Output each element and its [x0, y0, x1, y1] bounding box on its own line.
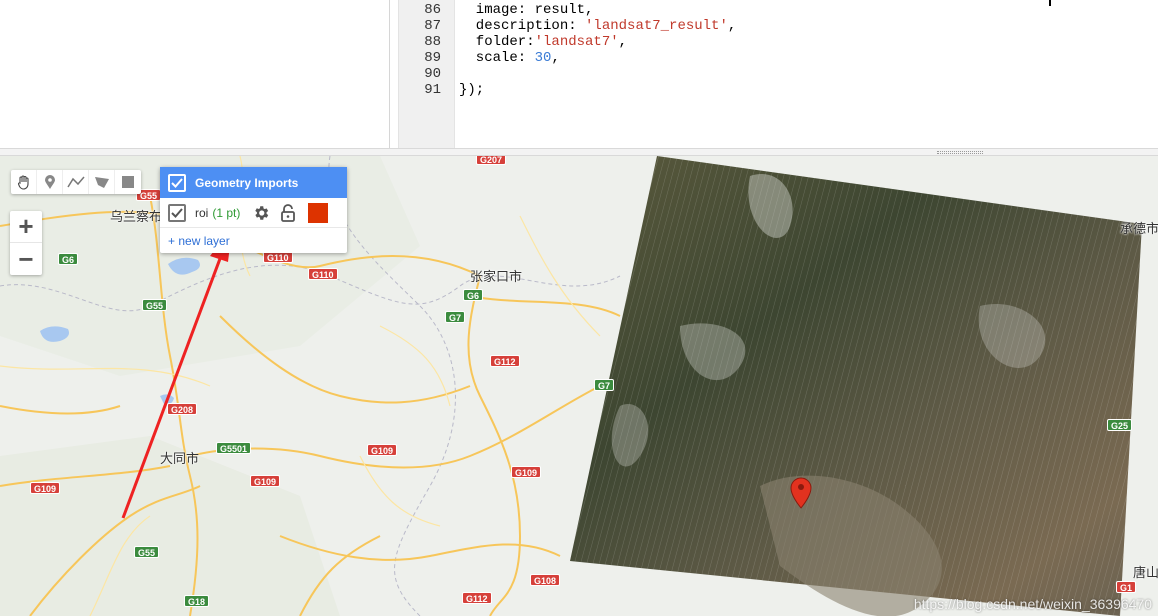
- highway-shield: G7: [594, 379, 615, 391]
- code-line[interactable]: 88 folder:'landsat7',: [399, 34, 1158, 50]
- map-view[interactable]: 乌兰察布 张家口市 大同市 承德市 唐山 G55 G207 G6 G110 G1…: [0, 156, 1158, 616]
- line-number: 88: [424, 34, 441, 50]
- code-token: scale:: [459, 50, 535, 66]
- highway-shield: G25: [1107, 419, 1133, 431]
- code-line[interactable]: 91});: [399, 82, 1158, 98]
- highway-shield: G1: [1116, 581, 1137, 593]
- line-number: 91: [424, 82, 441, 98]
- highway-shield: G112: [490, 355, 520, 367]
- new-layer-link[interactable]: + new layer: [168, 234, 347, 248]
- polygon-tool-button[interactable]: [89, 170, 115, 194]
- polygon-icon: [94, 177, 109, 188]
- lock-open-icon[interactable]: [280, 203, 296, 222]
- zoom-out-button[interactable]: −: [10, 243, 42, 275]
- line-tool-button[interactable]: [63, 170, 89, 194]
- line-number: 86: [424, 2, 441, 18]
- highway-shield: G109: [511, 466, 542, 478]
- highway-shield: G18: [184, 595, 210, 607]
- code-token: });: [459, 82, 485, 98]
- code-editor[interactable]: 86 image: result, 87 description: 'landsa…: [398, 0, 1158, 150]
- code-line[interactable]: 89 scale: 30,: [399, 50, 1158, 66]
- line-number: 89: [424, 50, 441, 66]
- highway-shield: G6: [463, 289, 484, 301]
- code-token: ,: [727, 18, 737, 34]
- left-panel: [0, 0, 390, 150]
- geometry-imports-header[interactable]: Geometry Imports: [160, 167, 347, 198]
- splitter-grip-icon[interactable]: [937, 151, 983, 154]
- landsat-image-layer: [570, 156, 1142, 616]
- code-token: image: result,: [459, 2, 594, 18]
- highway-shield: G207: [476, 156, 507, 165]
- layer-visibility-checkbox[interactable]: [168, 203, 186, 222]
- code-text[interactable]: folder:'landsat7',: [459, 34, 627, 50]
- hand-tool-button[interactable]: [11, 170, 37, 194]
- panel-splitter[interactable]: [0, 148, 1158, 156]
- layer-color-swatch[interactable]: [308, 202, 329, 223]
- layer-row-roi[interactable]: roi (1 pt): [160, 198, 347, 228]
- place-label: 承德市: [1120, 221, 1158, 236]
- code-token: description:: [459, 18, 586, 34]
- highway-shield: G5501: [216, 442, 252, 454]
- place-label: 张家口市: [470, 269, 523, 284]
- code-text[interactable]: image: result,: [459, 2, 594, 18]
- highway-shield: G108: [530, 574, 561, 586]
- highway-shield: G109: [250, 475, 281, 487]
- highway-shield: G208: [167, 403, 198, 415]
- highway-shield: G109: [30, 482, 61, 494]
- geometry-imports-panel: Geometry Imports roi (1 pt) + new layer: [160, 167, 347, 253]
- layer-name[interactable]: roi: [195, 206, 208, 220]
- code-token: 'landsat7_result': [585, 18, 728, 34]
- code-text[interactable]: scale: 30,: [459, 50, 560, 66]
- gear-icon[interactable]: [252, 204, 270, 222]
- place-label: 乌兰察布: [110, 209, 163, 224]
- place-label: 大同市: [160, 451, 200, 466]
- highway-shield: G112: [462, 592, 492, 604]
- geometry-imports-title: Geometry Imports: [195, 175, 299, 190]
- code-token: 30: [534, 50, 552, 66]
- line-number: 90: [424, 66, 441, 82]
- line-icon: [66, 176, 85, 188]
- highway-shield: G109: [367, 444, 398, 456]
- place-label: 唐山: [1133, 565, 1158, 580]
- highway-shield: G110: [308, 268, 338, 280]
- highway-shield: G55: [134, 546, 160, 558]
- point-marker-icon: [44, 175, 55, 189]
- zoom-in-button[interactable]: +: [10, 211, 42, 243]
- watermark: https://blog.csdn.net/weixin_36396470: [913, 596, 1152, 612]
- code-line[interactable]: 86 image: result,: [399, 2, 1158, 18]
- highway-shield: G7: [445, 311, 466, 323]
- check-icon: [171, 207, 183, 218]
- highway-shield: G55: [142, 299, 168, 311]
- rectangle-tool-button[interactable]: [115, 170, 141, 194]
- hand-icon: [17, 175, 29, 190]
- drawing-toolbar: [11, 170, 141, 194]
- layer-point-count: (1 pt): [212, 205, 241, 220]
- code-token: ,: [551, 50, 560, 66]
- code-text[interactable]: description: 'landsat7_result',: [459, 18, 736, 34]
- code-token: 'landsat7': [534, 34, 619, 50]
- code-text[interactable]: });: [459, 82, 484, 98]
- code-editor-area: 86 image: result, 87 description: 'landsa…: [0, 0, 1158, 156]
- geometry-imports-checkbox[interactable]: [168, 173, 186, 192]
- code-line[interactable]: 87 description: 'landsat7_result',: [399, 18, 1158, 34]
- code-token: ,: [618, 34, 628, 50]
- code-token: folder:: [459, 34, 535, 50]
- line-number: 87: [424, 18, 441, 34]
- point-tool-button[interactable]: [37, 170, 63, 194]
- code-line[interactable]: 90: [399, 66, 1158, 82]
- highway-shield: G6: [58, 253, 79, 265]
- check-icon: [171, 177, 183, 188]
- rectangle-icon: [122, 176, 134, 188]
- zoom-control: + −: [10, 211, 42, 275]
